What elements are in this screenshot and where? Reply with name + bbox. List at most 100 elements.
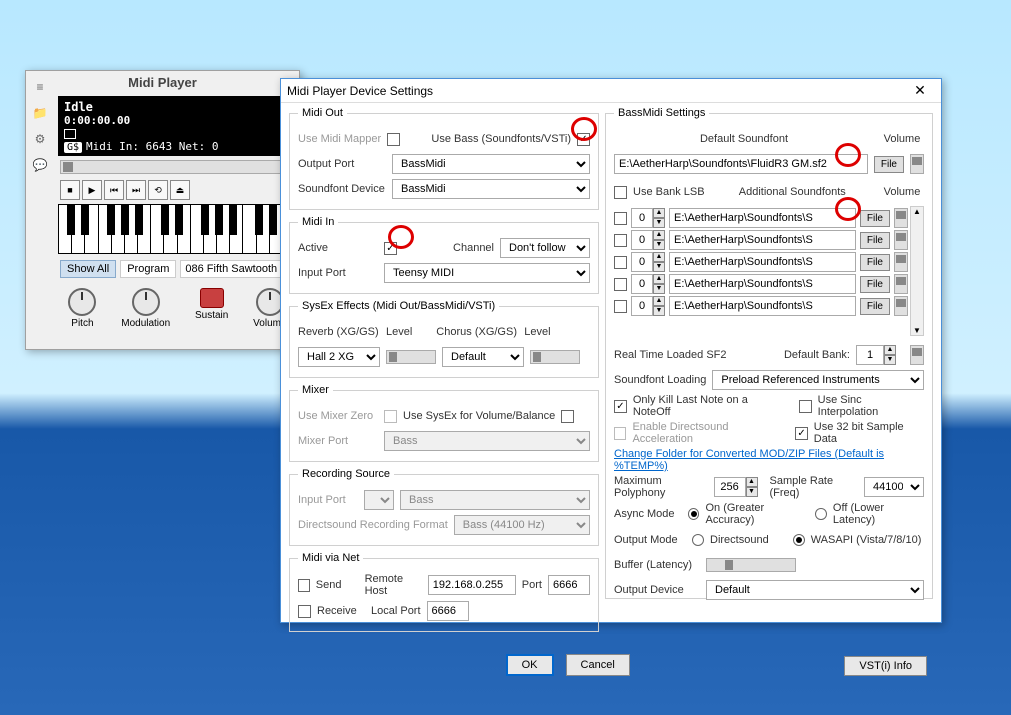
reverb-level-slider[interactable] [386, 350, 436, 364]
receive-checkbox[interactable] [298, 605, 311, 618]
async-on-radio[interactable] [688, 508, 699, 520]
sf-bank-input[interactable] [631, 208, 653, 228]
vst-info-button[interactable]: VST(i) Info [844, 656, 927, 676]
spin-up[interactable]: ▲ [653, 208, 665, 218]
change-folder-link[interactable]: Change Folder for Converted MOD/ZIP File… [614, 448, 924, 472]
sf-device-select[interactable]: BassMidi [392, 179, 590, 199]
chat-icon[interactable]: 💬 [28, 153, 52, 177]
sf-path-input[interactable] [669, 274, 856, 294]
rec-format-label: Directsound Recording Format [298, 519, 448, 531]
chorus-level-slider[interactable] [530, 350, 580, 364]
stop-button[interactable]: ■ [60, 180, 80, 200]
mixer-legend: Mixer [298, 384, 333, 396]
prev-button[interactable]: ⏮ [104, 180, 124, 200]
cancel-button[interactable]: Cancel [566, 654, 630, 676]
sf-scrollbar[interactable]: ▲▼ [910, 206, 924, 336]
active-checkbox[interactable] [384, 242, 397, 255]
bit32-label: Use 32 bit Sample Data [814, 421, 924, 445]
output-port-label: Output Port [298, 158, 386, 170]
async-on-label: On (Greater Accuracy) [705, 502, 809, 526]
sf-volume-slider[interactable] [894, 296, 908, 316]
use-mapper-checkbox[interactable] [387, 133, 400, 146]
sf-file-button[interactable]: File [860, 254, 890, 271]
output-port-select[interactable]: BassMidi [392, 154, 590, 174]
buffer-slider[interactable] [706, 558, 796, 572]
output-device-select[interactable]: Default [706, 580, 924, 600]
sf-file-button[interactable]: File [860, 276, 890, 293]
sf-bank-input[interactable] [631, 252, 653, 272]
sf-path-input[interactable] [669, 230, 856, 250]
sf-enable-checkbox[interactable] [614, 234, 627, 247]
max-poly-input[interactable] [714, 477, 746, 497]
settings-title: Midi Player Device Settings [287, 84, 905, 98]
sample-rate-select[interactable]: 44100 [864, 477, 924, 497]
sf-bank-input[interactable] [631, 296, 653, 316]
reverb-level-label: Level [386, 326, 412, 338]
sf-file-button[interactable]: File [860, 210, 890, 227]
port-input[interactable] [548, 575, 590, 595]
sf-path-input[interactable] [669, 208, 856, 228]
gear-icon[interactable]: ⚙ [28, 127, 52, 151]
local-port-input[interactable] [427, 601, 469, 621]
next-button[interactable]: ⏭ [126, 180, 146, 200]
sinc-label: Use Sinc Interpolation [818, 394, 924, 418]
sf-file-button[interactable]: File [860, 232, 890, 249]
sf-enable-checkbox[interactable] [614, 256, 627, 269]
chorus-select[interactable]: Default [442, 347, 524, 367]
spin-down[interactable]: ▼ [653, 218, 665, 228]
sf-row-2: ▲▼ File [614, 252, 908, 272]
pitch-knob[interactable] [68, 288, 96, 316]
use-sysex-checkbox[interactable] [561, 410, 574, 423]
eject-button[interactable]: ⏏ [170, 180, 190, 200]
piano-keyboard[interactable] [58, 204, 297, 254]
async-off-radio[interactable] [815, 508, 826, 520]
realtime-volume-slider[interactable] [910, 345, 924, 365]
reverb-select[interactable]: Hall 2 XG [298, 347, 380, 367]
show-all-button[interactable]: Show All [60, 260, 116, 278]
sf-volume-slider[interactable] [894, 230, 908, 250]
sf-loading-select[interactable]: Preload Referenced Instruments [712, 370, 924, 390]
sf-bank-input[interactable] [631, 230, 653, 250]
async-off-label: Off (Lower Latency) [833, 502, 924, 526]
ok-button[interactable]: OK [506, 654, 554, 676]
bit32-checkbox[interactable] [795, 427, 807, 440]
sf-volume-slider[interactable] [894, 252, 908, 272]
sf-volume-slider[interactable] [894, 274, 908, 294]
remote-host-input[interactable] [428, 575, 516, 595]
default-sf-volume-slider[interactable] [910, 154, 924, 174]
sustain-button[interactable] [200, 288, 224, 308]
kill-note-checkbox[interactable] [614, 400, 627, 413]
sf-enable-checkbox[interactable] [614, 300, 627, 313]
sf-enable-checkbox[interactable] [614, 278, 627, 291]
channel-select[interactable]: Don't follow [500, 238, 590, 258]
reverb-label: Reverb (XG/GS) [298, 326, 380, 338]
sinc-checkbox[interactable] [799, 400, 812, 413]
sf-path-input[interactable] [669, 296, 856, 316]
wasapi-radio[interactable] [793, 534, 805, 546]
default-sf-file-button[interactable]: File [874, 156, 904, 173]
rec-format-select: Bass (44100 Hz) [454, 515, 590, 535]
sf-bank-input[interactable] [631, 274, 653, 294]
close-icon[interactable]: ✕ [905, 82, 935, 99]
sf-volume-slider[interactable] [894, 208, 908, 228]
net-legend: Midi via Net [298, 552, 363, 564]
directsound-radio[interactable] [692, 534, 704, 546]
default-bank-input[interactable] [856, 345, 884, 365]
addl-volume-label: Volume [880, 186, 924, 198]
input-port-select[interactable]: Teensy MIDI [384, 263, 590, 283]
send-checkbox[interactable] [298, 579, 310, 592]
record-button[interactable]: ⟲ [148, 180, 168, 200]
menu-icon[interactable]: ≡ [28, 75, 52, 99]
use-bass-checkbox[interactable] [577, 133, 590, 146]
folder-icon[interactable]: 📁 [28, 101, 52, 125]
program-tab[interactable]: Program [120, 260, 176, 278]
default-sf-input[interactable] [614, 154, 868, 174]
sf-enable-checkbox[interactable] [614, 212, 627, 225]
sf-file-button[interactable]: File [860, 298, 890, 315]
use-bank-lsb-checkbox[interactable] [614, 186, 627, 199]
position-slider[interactable] [60, 160, 295, 174]
sf-path-input[interactable] [669, 252, 856, 272]
play-button[interactable]: ▶ [82, 180, 102, 200]
port-label: Port [522, 579, 542, 591]
modulation-knob[interactable] [132, 288, 160, 316]
